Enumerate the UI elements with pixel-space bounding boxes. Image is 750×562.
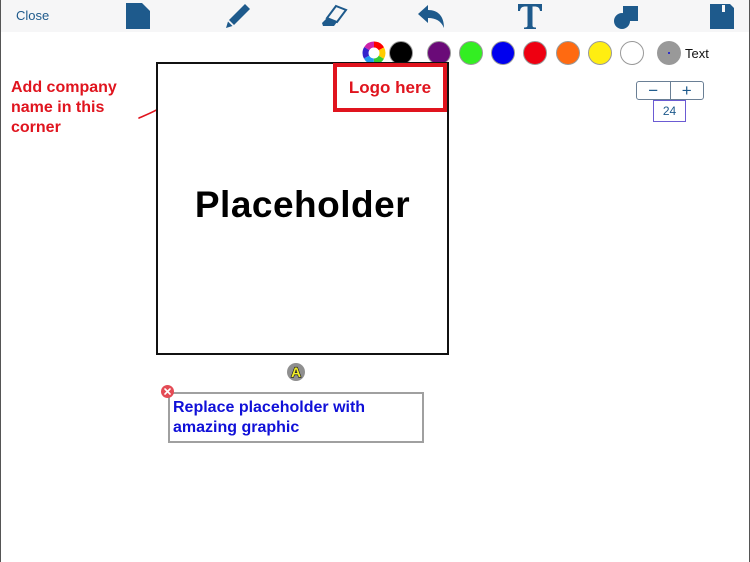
increment-button[interactable]: + bbox=[669, 82, 704, 99]
decrement-button[interactable]: − bbox=[637, 82, 670, 99]
text-t-icon bbox=[518, 4, 542, 29]
color-swatch-red[interactable] bbox=[523, 41, 547, 65]
close-button[interactable]: Close bbox=[16, 8, 49, 23]
svg-text:A: A bbox=[291, 364, 301, 380]
floppy-disk-icon bbox=[710, 4, 734, 29]
logo-placeholder[interactable]: Logo here bbox=[333, 63, 447, 112]
annotation-company-name[interactable]: Add company name in this corner bbox=[11, 78, 151, 138]
eraser-button[interactable] bbox=[319, 2, 349, 30]
active-text-box[interactable]: Replace placeholder with amazing graphic bbox=[168, 392, 424, 443]
color-swatch-yellow[interactable] bbox=[588, 41, 612, 65]
undo-button[interactable] bbox=[416, 2, 446, 30]
text-tool-button[interactable] bbox=[515, 2, 545, 30]
color-swatch-blue[interactable] bbox=[491, 41, 515, 65]
brush-size-indicator[interactable] bbox=[657, 41, 681, 65]
font-size-stepper: − + bbox=[636, 81, 704, 100]
toolbar: Close bbox=[1, 0, 749, 32]
color-swatch-green[interactable] bbox=[459, 41, 483, 65]
font-size-value: 24 bbox=[653, 100, 686, 122]
mode-label: Text bbox=[685, 46, 709, 61]
new-page-button[interactable] bbox=[123, 2, 153, 30]
text-move-handle[interactable]: A bbox=[287, 363, 305, 381]
logo-text: Logo here bbox=[348, 77, 432, 97]
color-swatch-white[interactable] bbox=[620, 41, 644, 65]
undo-icon bbox=[418, 5, 444, 28]
delete-textbox-button[interactable] bbox=[161, 385, 174, 398]
save-button[interactable] bbox=[707, 2, 737, 30]
placeholder-text: Placeholder bbox=[194, 184, 411, 225]
brush-dot bbox=[668, 52, 670, 54]
pencil-button[interactable] bbox=[223, 2, 253, 30]
color-swatch-orange[interactable] bbox=[556, 41, 580, 65]
letter-a-icon: A bbox=[290, 363, 301, 380]
shapes-icon bbox=[614, 6, 638, 29]
shapes-button[interactable] bbox=[612, 2, 642, 30]
document-icon bbox=[126, 3, 150, 29]
close-icon bbox=[164, 388, 171, 395]
pencil-icon bbox=[226, 4, 250, 28]
eraser-icon bbox=[322, 4, 348, 26]
